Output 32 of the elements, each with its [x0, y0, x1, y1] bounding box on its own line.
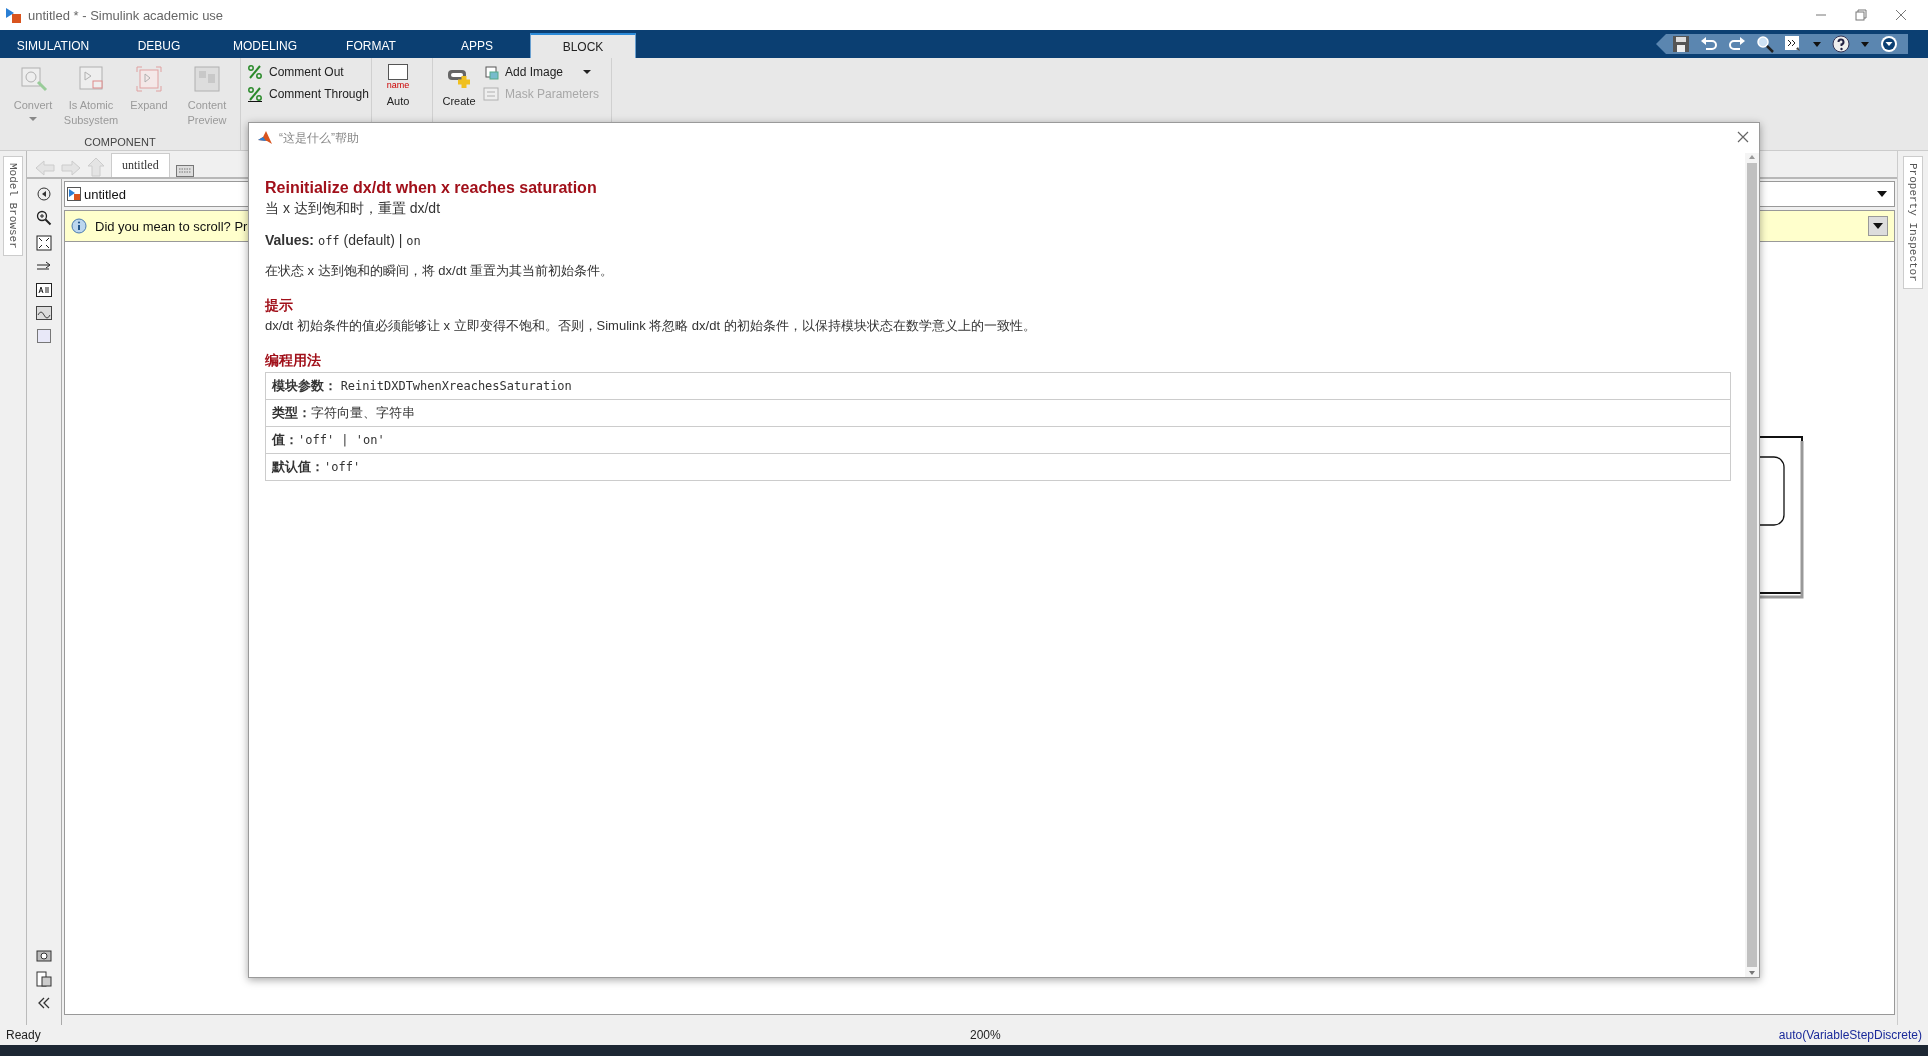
- ribbon-tab[interactable]: FORMAT: [318, 33, 424, 58]
- info-message: Did you mean to scroll? Pr: [95, 218, 248, 234]
- ribbon-tab[interactable]: DEBUG: [106, 33, 212, 58]
- values-line: Values: off (default) | on: [265, 232, 421, 248]
- model-tab[interactable]: untitled: [111, 153, 170, 177]
- table-cell: 模块参数： ReinitDXDTwhenXreachesSaturation: [272, 377, 572, 395]
- section-heading: 编程用法: [265, 352, 321, 370]
- ribbon-button[interactable]: Comment Through: [245, 84, 367, 104]
- solver-label[interactable]: auto(VariableStepDiscrete): [1778, 1028, 1922, 1042]
- dialog-title: “这是什么”帮助: [279, 129, 359, 147]
- status-text: Ready: [6, 1028, 41, 1042]
- zoom-level: 200%: [970, 1028, 1001, 1042]
- ribbon-button[interactable]: Comment Out: [245, 62, 367, 82]
- table-cell: 默认值：'off': [272, 458, 361, 476]
- tip-text: dx/dt 初始条件的值必须能够让 x 立即变得不饱和。否则，Simulink 将忽略 dx/dt 的初始条件，以保持模块状态在数学意义上的一致性。: [265, 317, 1036, 335]
- table-cell: 值：'off' | 'on': [272, 431, 385, 449]
- ribbon-button[interactable]: Add Image: [481, 62, 602, 82]
- window-title: untitled * - Simulink academic use: [28, 7, 224, 23]
- help-heading: Reinitialize dx/dt when x reaches saturation: [265, 179, 597, 197]
- ribbon-tab[interactable]: APPS: [424, 33, 530, 58]
- help-description: 在状态 x 达到饱和的瞬间，将 dx/dt 重置为其当前初始条件。: [265, 262, 614, 280]
- group-label: COMPONENT: [83, 136, 157, 150]
- side-tab[interactable]: Model Browser: [3, 156, 23, 256]
- help-subtitle: 当 x 达到饱和时，重置 dx/dt: [265, 200, 441, 218]
- table-cell: 类型：字符向量、字符串: [272, 404, 415, 422]
- breadcrumb[interactable]: untitled: [84, 186, 126, 202]
- section-heading: 提示: [265, 297, 293, 315]
- ribbon-button[interactable]: name Auto: [376, 58, 420, 109]
- ribbon-tab[interactable]: MODELING: [212, 33, 318, 58]
- side-tab[interactable]: Property Inspector: [1903, 156, 1923, 289]
- ribbon-tab[interactable]: BLOCK: [530, 33, 636, 58]
- ribbon-tab[interactable]: SIMULATION: [0, 33, 106, 58]
